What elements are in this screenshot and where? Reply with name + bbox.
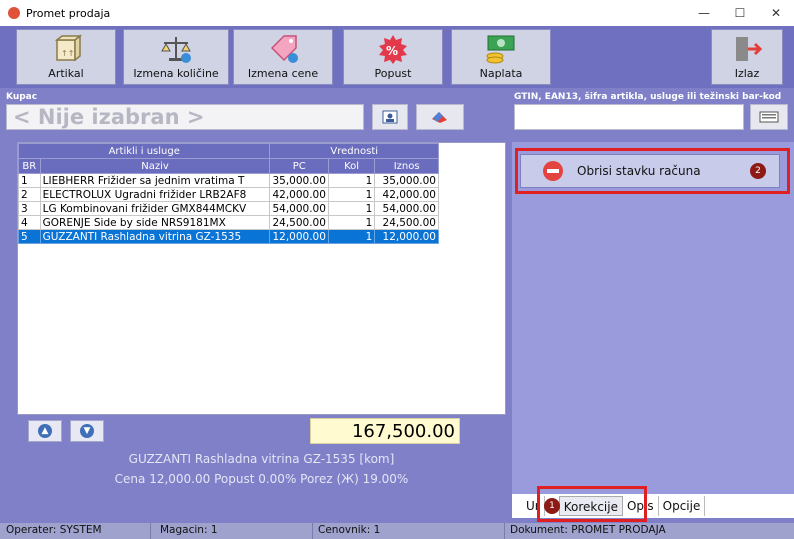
minimize-icon[interactable]: — bbox=[686, 0, 722, 26]
actions-panel bbox=[512, 142, 794, 498]
cell-pc: 12,000.00 bbox=[269, 229, 329, 244]
cell-kol: 1 bbox=[327, 187, 376, 202]
status-operater: Operater: SYSTEM bbox=[6, 524, 102, 536]
keyboard-button[interactable] bbox=[750, 104, 788, 130]
money-icon bbox=[486, 35, 515, 64]
window-controls: — ☐ ✕ bbox=[686, 0, 794, 26]
app-icon bbox=[8, 7, 20, 19]
select-customer-button[interactable] bbox=[372, 104, 408, 130]
delete-item-button[interactable]: Obrisi stavku računa bbox=[520, 154, 780, 188]
title-bar: Promet prodaja — ☐ ✕ bbox=[0, 0, 794, 26]
izmena-cene-label: Izmena cene bbox=[247, 67, 319, 80]
cell-br: 4 bbox=[18, 215, 41, 230]
cell-br: 5 bbox=[18, 229, 41, 244]
table-row-selected[interactable]: 5 GUZZANTI Rashladna vitrina GZ-1535 12,… bbox=[18, 229, 439, 244]
gtin-label: GTIN, EAN13, šifra artikla, usluge ili t… bbox=[514, 92, 782, 102]
tab-opcije[interactable]: Opcije bbox=[659, 496, 706, 516]
cell-pc: 42,000.00 bbox=[269, 187, 329, 202]
chevron-up-icon: ▲ bbox=[38, 424, 52, 438]
status-bar: Operater: SYSTEM Magacin: 1 Cenovnik: 1 … bbox=[0, 523, 794, 539]
izmena-kolicine-label: Izmena količine bbox=[133, 67, 219, 80]
exit-icon bbox=[736, 37, 763, 61]
status-separator bbox=[504, 523, 505, 539]
artikal-label: Artikal bbox=[48, 67, 84, 80]
discount-icon: % bbox=[379, 35, 407, 64]
status-magacin: Magacin: 1 bbox=[160, 524, 218, 536]
cell-kol: 1 bbox=[327, 201, 376, 216]
delete-item-label: Obrisi stavku računa bbox=[577, 164, 701, 178]
cell-naziv: LG Kombinovani frižider GMX844MCKV bbox=[39, 201, 271, 216]
cell-iznos: 42,000.00 bbox=[374, 187, 439, 202]
eraser-icon bbox=[432, 112, 447, 123]
izmena-cene-button[interactable]: Izmena cene bbox=[233, 29, 333, 85]
cell-naziv: GORENJE Side by side NRS9181MX bbox=[39, 215, 271, 230]
group-header-vrednosti: Vrednosti bbox=[269, 143, 439, 159]
cell-naziv: GUZZANTI Rashladna vitrina GZ-1535 bbox=[39, 229, 271, 244]
cell-iznos: 24,500.00 bbox=[374, 215, 439, 230]
step-badge-2: 2 bbox=[750, 163, 766, 179]
col-header-iznos[interactable]: Iznos bbox=[374, 158, 439, 174]
items-table-panel: Artikli i usluge Vrednosti BR Naziv PC K… bbox=[17, 142, 506, 415]
naplata-button[interactable]: Naplata bbox=[451, 29, 551, 85]
col-header-br[interactable]: BR bbox=[18, 158, 41, 174]
cell-pc: 24,500.00 bbox=[269, 215, 329, 230]
cell-kol: 1 bbox=[327, 173, 376, 188]
clear-customer-button[interactable] bbox=[416, 104, 464, 130]
keyboard-icon bbox=[759, 111, 779, 123]
cell-naziv: LIEBHERR Frižider sa jednim vratima T bbox=[39, 173, 271, 188]
status-cenovnik: Cenovnik: 1 bbox=[318, 524, 381, 536]
cell-naziv: ELECTROLUX Ugradni frižider LRB2AF8 bbox=[39, 187, 271, 202]
svg-text:%: % bbox=[386, 44, 398, 58]
cell-iznos: 12,000.00 bbox=[374, 229, 439, 244]
izlaz-label: Izlaz bbox=[734, 67, 760, 80]
kupac-label: Kupac bbox=[6, 92, 38, 102]
total-amount: 167,500.00 bbox=[310, 418, 460, 444]
naplata-label: Naplata bbox=[479, 67, 523, 80]
selected-item-details: Cena 12,000.00 Popust 0.00% Porez (Ж) 19… bbox=[114, 472, 409, 486]
table-row[interactable]: 3 LG Kombinovani frižider GMX844MCKV 54,… bbox=[18, 201, 439, 216]
status-separator bbox=[312, 523, 313, 539]
step-badge-1: 1 bbox=[544, 498, 560, 514]
popust-label: Popust bbox=[374, 67, 412, 80]
table-row[interactable]: 1 LIEBHERR Frižider sa jednim vratima T … bbox=[18, 173, 439, 188]
price-tag-icon bbox=[270, 35, 298, 63]
izlaz-button[interactable]: Izlaz bbox=[711, 29, 783, 85]
box-icon: ↑↑ bbox=[54, 34, 83, 62]
scale-icon bbox=[161, 37, 191, 63]
cell-br: 1 bbox=[18, 173, 41, 188]
group-header-artikli: Artikli i usluge bbox=[17, 143, 271, 159]
chevron-down-icon: ▼ bbox=[80, 424, 94, 438]
cell-br: 2 bbox=[18, 187, 41, 202]
cell-pc: 35,000.00 bbox=[269, 173, 329, 188]
status-separator bbox=[150, 523, 151, 539]
close-icon[interactable]: ✕ bbox=[758, 0, 794, 26]
artikal-button[interactable]: ↑↑ Artikal bbox=[16, 29, 116, 85]
cell-kol: 1 bbox=[327, 215, 376, 230]
scroll-up-button[interactable]: ▲ bbox=[28, 420, 62, 442]
table-row[interactable]: 2 ELECTROLUX Ugradni frižider LRB2AF8 42… bbox=[18, 187, 439, 202]
col-header-kol[interactable]: Kol bbox=[327, 158, 376, 174]
svg-text:↑↑: ↑↑ bbox=[61, 49, 74, 58]
col-header-pc[interactable]: PC bbox=[269, 158, 329, 174]
scroll-down-button[interactable]: ▼ bbox=[70, 420, 104, 442]
cell-iznos: 54,000.00 bbox=[374, 201, 439, 216]
table-row[interactable]: 4 GORENJE Side by side NRS9181MX 24,500.… bbox=[18, 215, 439, 230]
maximize-icon[interactable]: ☐ bbox=[722, 0, 758, 26]
cell-kol: 1 bbox=[327, 229, 376, 244]
col-header-naziv[interactable]: Naziv bbox=[39, 158, 271, 174]
cell-iznos: 35,000.00 bbox=[374, 173, 439, 188]
popust-button[interactable]: % Popust bbox=[343, 29, 443, 85]
kupac-field[interactable]: < Nije izabran > bbox=[6, 104, 364, 130]
gtin-input[interactable] bbox=[514, 104, 744, 130]
cell-br: 3 bbox=[18, 201, 41, 216]
toolbar: ↑↑ Artikal Izmena količine Izmena cene %… bbox=[0, 26, 794, 88]
cell-pc: 54,000.00 bbox=[269, 201, 329, 216]
contact-card-icon bbox=[382, 110, 398, 124]
izmena-kolicine-button[interactable]: Izmena količine bbox=[123, 29, 229, 85]
items-table: Artikli i usluge Vrednosti BR Naziv PC K… bbox=[17, 143, 439, 244]
status-dokument: Dokument: PROMET PRODAJA bbox=[510, 524, 666, 536]
selected-item-name: GUZZANTI Rashladna vitrina GZ-1535 [kom] bbox=[128, 452, 395, 466]
window-title: Promet prodaja bbox=[26, 6, 111, 20]
remove-icon bbox=[543, 161, 563, 181]
